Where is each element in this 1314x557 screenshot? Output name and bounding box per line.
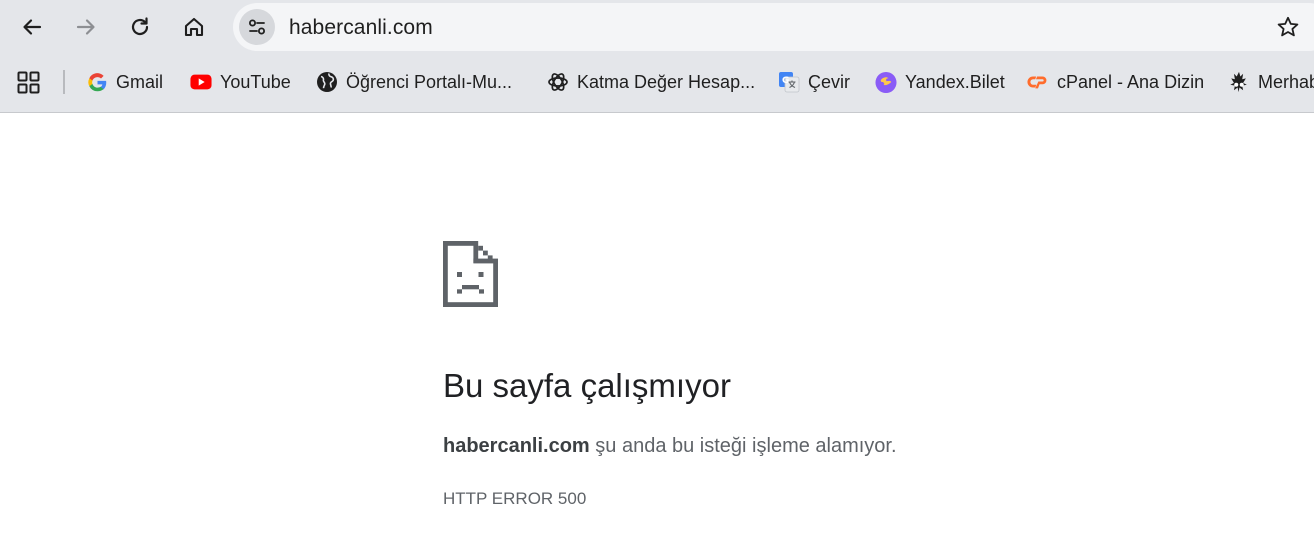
arrow-right-icon xyxy=(76,19,95,35)
sad-page-icon xyxy=(443,241,499,312)
site-icon xyxy=(1228,71,1250,93)
bookmarks-separator xyxy=(63,70,65,94)
error-message: habercanli.com şu anda bu isteği işleme … xyxy=(443,435,897,458)
tune-icon xyxy=(249,19,265,35)
bookmark-label: cPanel - Ana Dizin xyxy=(1057,71,1205,92)
bookmark-ogrenci-portali[interactable]: Öğrenci Portalı-Mu... xyxy=(316,69,512,95)
error-host: habercanli.com xyxy=(443,435,590,457)
home-icon xyxy=(184,17,204,37)
bookmark-label: Katma Değer Hesap... xyxy=(577,71,756,92)
cpanel-icon xyxy=(1027,71,1049,93)
arrow-left-icon xyxy=(23,19,42,35)
apps-button[interactable] xyxy=(17,71,40,99)
bookmarks-bar: Gmail YouTube Öğrenci Portalı-Mu... Katm… xyxy=(0,54,1314,113)
bookmark-label: Çevir xyxy=(808,71,851,92)
bookmark-youtube[interactable]: YouTube xyxy=(190,69,291,95)
error-message-text: şu anda bu isteği işleme alamıyor. xyxy=(589,435,897,457)
bookmark-katma-deger[interactable]: Katma Değer Hesap... xyxy=(547,69,755,95)
site-info-button[interactable] xyxy=(239,9,275,45)
reload-button[interactable] xyxy=(122,9,158,45)
forward-button[interactable] xyxy=(68,9,104,45)
star-icon xyxy=(1277,16,1299,37)
bookmark-label: YouTube xyxy=(220,71,291,92)
back-button[interactable] xyxy=(14,9,50,45)
bookmark-yandex-bilet[interactable]: Yandex.Bilet xyxy=(875,69,1005,95)
bookmark-label: Gmail xyxy=(116,71,164,92)
address-bar[interactable]: habercanli.com xyxy=(233,3,1314,51)
bookmark-cpanel[interactable]: cPanel - Ana Dizin xyxy=(1027,69,1204,95)
bookmark-label: Yandex.Bilet xyxy=(905,71,1005,92)
error-code: HTTP ERROR 500 xyxy=(443,489,587,508)
error-title: Bu sayfa çalışmıyor xyxy=(443,367,731,404)
globe-icon xyxy=(316,71,338,93)
bookmark-label: Öğrenci Portalı-Mu... xyxy=(346,71,513,92)
url-text[interactable]: habercanli.com xyxy=(289,16,433,40)
reload-icon xyxy=(131,17,149,36)
translate-icon: G xyxy=(778,71,800,93)
bookmark-gmail[interactable]: Gmail xyxy=(86,69,163,95)
openai-icon xyxy=(547,71,569,93)
grid-icon xyxy=(17,71,40,94)
browser-toolbar: habercanli.com xyxy=(0,0,1314,54)
youtube-icon xyxy=(190,71,212,93)
bookmark-star-button[interactable] xyxy=(1276,15,1300,44)
svg-text:G: G xyxy=(782,76,789,86)
google-icon xyxy=(86,71,108,93)
yandex-bilet-icon xyxy=(875,71,897,93)
bookmark-label: Merhab xyxy=(1258,71,1314,92)
bookmark-merhaba[interactable]: Merhab xyxy=(1228,69,1314,95)
bookmark-cevir[interactable]: G Çevir xyxy=(778,69,850,95)
home-button[interactable] xyxy=(176,9,212,45)
